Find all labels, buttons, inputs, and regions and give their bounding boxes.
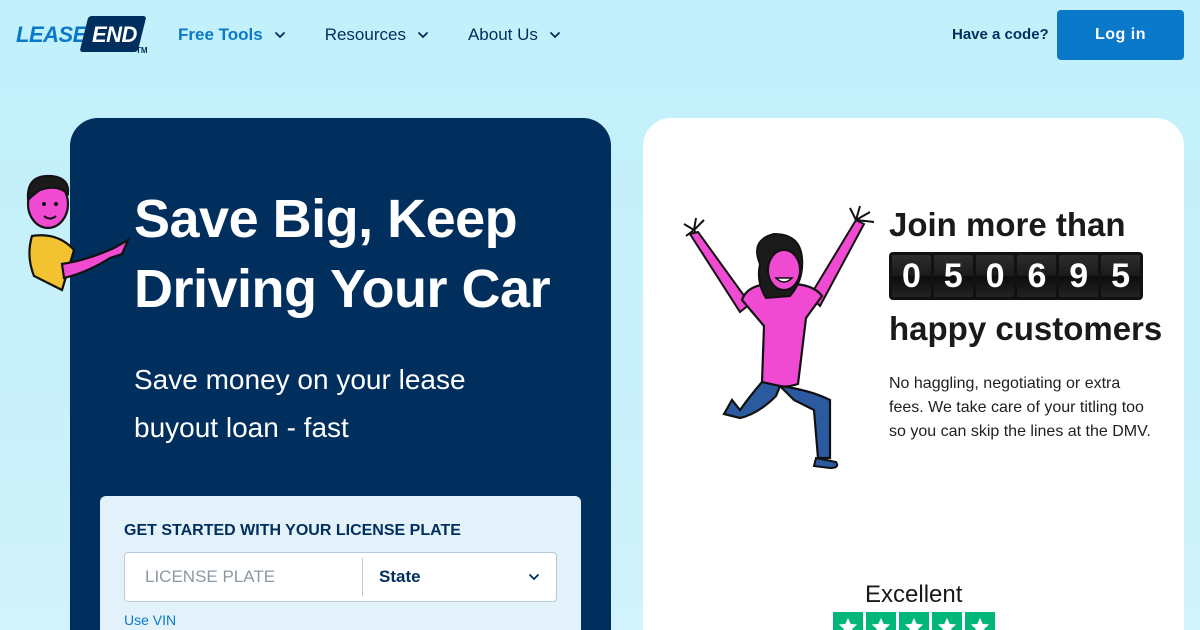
login-button[interactable]: Log in (1057, 10, 1184, 60)
use-vin-link[interactable]: Use VIN (124, 612, 176, 628)
star-icon (965, 612, 995, 630)
main-nav: Free Tools Resources About Us (178, 24, 600, 46)
hero-title: Save Big, Keep Driving Your Car (134, 189, 551, 319)
counter-digit: 5 (1101, 255, 1140, 297)
logo-lease-text: LEASE (16, 22, 87, 47)
nav-item-resources[interactable]: Resources (325, 24, 430, 46)
happy-customers-text: happy customers (889, 310, 1163, 347)
star-icon (866, 612, 896, 630)
license-plate-input-group: State (124, 552, 557, 602)
star-icon (833, 612, 863, 630)
star-icon (932, 612, 962, 630)
lease-end-logo[interactable]: LEASE END TM (16, 16, 148, 56)
chevron-down-icon (418, 32, 428, 39)
pointing-man-illustration (26, 174, 131, 292)
counter-digit: 0 (975, 255, 1015, 297)
star-icon (899, 612, 929, 630)
chevron-down-icon (274, 32, 285, 39)
nav-item-free-tools[interactable]: Free Tools (178, 24, 287, 46)
state-select[interactable]: State (363, 553, 557, 601)
nav-item-label: About Us (467, 25, 538, 44)
counter-digit: 9 (1059, 255, 1099, 297)
nav-item-about-us[interactable]: About Us (468, 24, 562, 46)
nav-item-label: Free Tools (178, 25, 263, 44)
trustpilot-stars[interactable] (833, 612, 995, 630)
jumping-woman-illustration (683, 205, 875, 470)
counter-digit: 0 (892, 255, 931, 297)
chevron-down-icon (529, 574, 539, 581)
logo-end-text: END (92, 22, 137, 47)
hero-subtitle: Save money on your lease buyout loan - f… (134, 364, 466, 443)
counter-digit: 6 (1017, 255, 1057, 297)
license-plate-form-heading: GET STARTED WITH YOUR LICENSE PLATE (124, 522, 461, 539)
nav-item-label: Resources (324, 25, 406, 44)
have-a-code-link[interactable]: Have a code? (952, 26, 1049, 43)
customer-counter: 0 5 0 6 9 5 (889, 252, 1143, 300)
logo-trademark: TM (136, 46, 148, 55)
license-plate-input[interactable] (125, 553, 362, 601)
site-header: LEASE END TM Free Tools Resources About … (0, 0, 1200, 70)
customers-description: No haggling, negotiating or extra fees. … (889, 375, 1151, 440)
join-more-than-text: Join more than (889, 206, 1126, 243)
counter-digit: 5 (933, 255, 973, 297)
state-select-value: State (379, 567, 421, 586)
chevron-down-icon (550, 32, 560, 39)
trustpilot-rating-label: Excellent (865, 581, 963, 608)
